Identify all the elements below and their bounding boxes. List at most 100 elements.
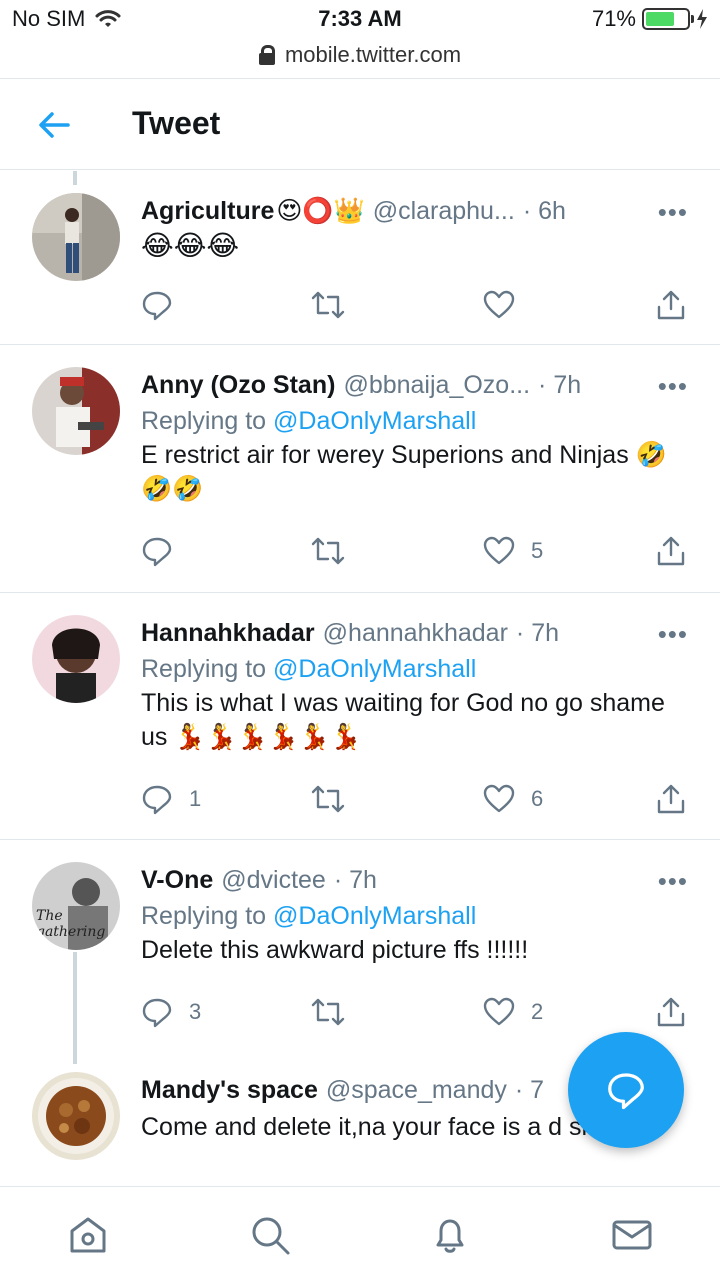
author-name[interactable]: Anny (Ozo Stan) [141, 371, 335, 400]
author-name[interactable]: V-One [141, 866, 213, 895]
more-options-icon[interactable]: ••• [658, 866, 688, 897]
url-bar[interactable]: mobile.twitter.com [0, 38, 720, 72]
heart-icon [483, 997, 515, 1026]
more-options-icon[interactable]: ••• [658, 197, 688, 228]
retweet-button[interactable] [311, 996, 361, 1028]
reply-count: 3 [189, 999, 202, 1024]
like-button[interactable]: 6 [483, 783, 543, 815]
author-handle[interactable]: @dvictee [221, 866, 326, 895]
reply-icon [142, 291, 172, 321]
tweet-actions: 3 2 [141, 996, 692, 1036]
more-options-icon[interactable]: ••• [658, 619, 688, 650]
replying-to-handle[interactable]: @DaOnlyMarshall [273, 902, 476, 930]
retweet-button[interactable] [311, 783, 361, 815]
tweet-text: 😂😂😂 [141, 230, 240, 261]
reply-button[interactable]: 3 [141, 996, 201, 1028]
heart-icon [483, 536, 515, 565]
share-button[interactable] [655, 996, 687, 1028]
author-name-emoji: 😍⭕👑 [276, 197, 365, 225]
retweet-button[interactable] [311, 289, 361, 321]
more-options-icon[interactable]: ••• [658, 371, 688, 402]
retweet-icon [311, 537, 345, 565]
tweet-text: Delete this awkward picture ffs !!!!!! [141, 936, 529, 964]
lock-icon [258, 45, 275, 65]
avatar[interactable] [32, 193, 120, 281]
like-count: 5 [531, 538, 544, 563]
status-bar: No SIM 7:33 AM 71% [0, 0, 720, 40]
author-handle[interactable]: @hannahkhadar [323, 619, 508, 648]
like-button[interactable]: 5 [483, 535, 543, 567]
tweet-time[interactable]: · 6h [523, 197, 566, 226]
page-title: Tweet [132, 105, 221, 141]
replying-to-label: Replying to [141, 655, 267, 683]
heart-icon [483, 784, 515, 813]
avatar[interactable] [32, 1072, 120, 1160]
replying-to-label: Replying to [141, 902, 267, 930]
author-handle[interactable]: @bbnaija_Ozo... [343, 371, 530, 400]
compose-reply-icon [608, 1073, 644, 1110]
back-arrow-icon[interactable] [34, 105, 74, 145]
reply-button[interactable] [141, 289, 189, 321]
svg-text:The: The [36, 908, 63, 924]
avatar[interactable] [32, 367, 120, 455]
notifications-icon[interactable] [428, 1213, 472, 1257]
bottom-nav [0, 1186, 720, 1280]
messages-icon[interactable] [610, 1213, 654, 1257]
tweet-text: This is what I was waiting for God no go… [141, 689, 665, 751]
battery-percent: 71% [591, 6, 636, 31]
svg-text:gathering: gathering [36, 924, 105, 940]
page-header: Tweet [0, 78, 720, 170]
tweet-time[interactable]: · 7 [515, 1076, 544, 1105]
like-button[interactable]: 2 [483, 996, 543, 1028]
author-name[interactable]: Agriculture [141, 197, 274, 226]
tweet-item[interactable]: The gathering V-One @dvictee · 7h Replyi… [0, 840, 720, 1062]
battery-fill [646, 12, 675, 26]
like-count: 2 [531, 999, 544, 1024]
reply-button[interactable] [141, 535, 189, 567]
tweet-item[interactable]: Agriculture 😍⭕👑 @claraphu... · 6h 😂😂😂 ••… [0, 171, 720, 345]
avatar[interactable] [32, 615, 120, 703]
replying-to-line: Replying to @DaOnlyMarshall [141, 407, 692, 436]
tweet-item[interactable]: Anny (Ozo Stan) @bbnaija_Ozo... · 7h Rep… [0, 345, 720, 593]
share-button[interactable] [655, 289, 687, 321]
thread-connector [73, 952, 77, 1064]
avatar[interactable]: The gathering [32, 862, 120, 950]
share-icon [657, 784, 685, 814]
author-name[interactable]: Mandy's space [141, 1076, 318, 1105]
tweet-time[interactable]: · 7h [538, 371, 581, 400]
reply-button[interactable]: 1 [141, 783, 201, 815]
replying-to-line: Replying to @DaOnlyMarshall [141, 655, 692, 684]
tweet-text: E restrict air for werey Superions and N… [141, 441, 667, 503]
share-button[interactable] [655, 783, 687, 815]
home-icon[interactable] [66, 1213, 110, 1257]
battery-icon [642, 8, 694, 30]
compose-reply-button[interactable] [568, 1032, 684, 1148]
reply-icon [142, 998, 172, 1028]
tweet-header: Agriculture 😍⭕👑 @claraphu... · 6h [141, 193, 692, 229]
heart-icon [483, 290, 515, 319]
tweet-time[interactable]: · 7h [516, 619, 559, 648]
tweet-header: Hannahkhadar @hannahkhadar · 7h [141, 615, 692, 651]
retweet-button[interactable] [311, 535, 361, 567]
author-name[interactable]: Hannahkhadar [141, 619, 315, 648]
share-icon [657, 997, 685, 1027]
replying-to-handle[interactable]: @DaOnlyMarshall [273, 655, 476, 683]
share-icon [657, 536, 685, 566]
retweet-icon [311, 291, 345, 319]
author-handle[interactable]: @space_mandy [326, 1076, 507, 1105]
like-button[interactable] [483, 289, 531, 321]
like-count: 6 [531, 786, 544, 811]
share-button[interactable] [655, 535, 687, 567]
tweet-time[interactable]: · 7h [334, 866, 377, 895]
reply-icon [142, 785, 172, 815]
search-icon[interactable] [248, 1213, 292, 1257]
url-text: mobile.twitter.com [284, 42, 462, 67]
tweet-header: V-One @dvictee · 7h [141, 862, 692, 898]
replying-to-handle[interactable]: @DaOnlyMarshall [273, 407, 476, 435]
author-handle[interactable]: @claraphu... [373, 197, 515, 226]
charging-icon [697, 9, 707, 29]
retweet-icon [311, 998, 345, 1026]
tweet-actions: 1 6 [141, 783, 692, 823]
tweet-item[interactable]: Hannahkhadar @hannahkhadar · 7h Replying… [0, 593, 720, 840]
share-icon [657, 290, 685, 320]
